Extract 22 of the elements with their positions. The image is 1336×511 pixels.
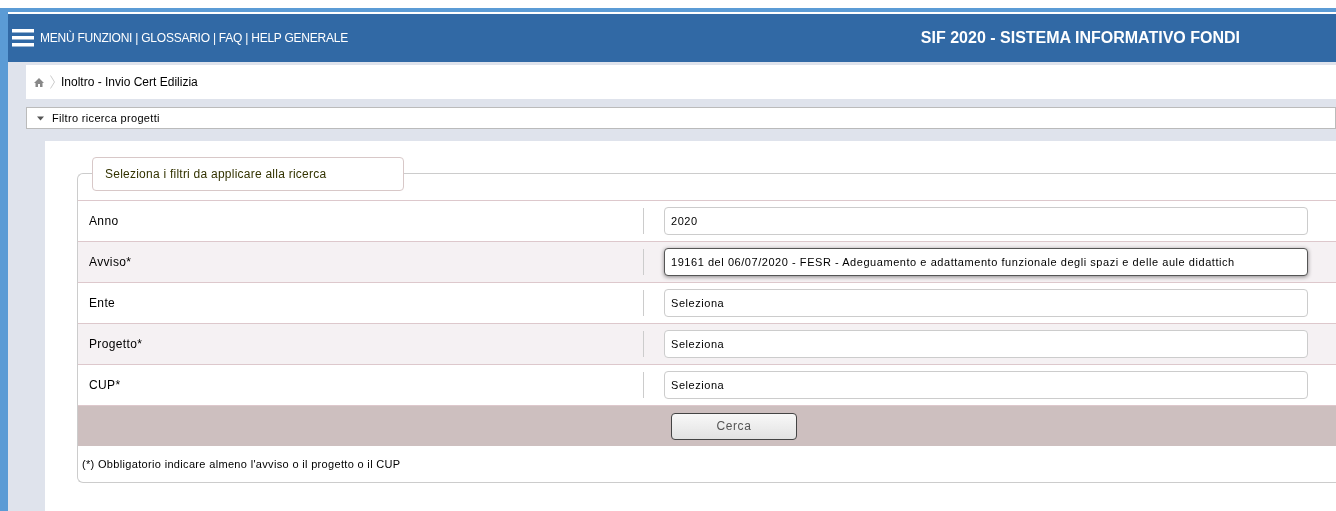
filter-label: Avviso* [88,254,133,271]
breadcrumb-current: Inoltro - Invio Cert Edilizia [61,74,198,91]
menu-links[interactable]: MENÙ FUNZIONI | GLOSSARIO | FAQ | HELP GENERALE [40,29,348,47]
home-icon[interactable] [34,77,44,87]
menu-icon[interactable] [12,29,34,47]
filter-panel-title: Filtro ricerca progetti [52,110,160,126]
required-note: (*) Obbligatorio indicare almeno l'avviso o il progetto o il CUP [81,456,402,472]
chevron-separator-icon [50,75,55,89]
filter-label: CUP* [88,377,122,394]
caret-icon [37,114,44,122]
filter-select[interactable]: Seleziona [664,330,1308,358]
filter-select[interactable]: Seleziona [664,289,1308,317]
app-title: SIF 2020 - SISTEMA INFORMATIVO FONDI [920,28,1240,48]
fieldset-legend: Seleziona i filtri da applicare alla ricerca [92,157,404,191]
filter-label: Progetto* [88,336,144,353]
search-button[interactable]: Cerca [671,412,797,440]
filter-select[interactable]: 19161 del 06/07/2020 - FESR - Adeguamento e adattamento funzionale degli spazi e delle aule didattich [664,248,1308,276]
filter-select[interactable]: 2020 [664,207,1308,235]
filter-label: Anno [88,213,120,230]
filter-select[interactable]: Seleziona [664,371,1308,399]
filter-panel-header[interactable]: Filtro ricerca progetti [26,107,1336,129]
filter-label: Ente [88,295,117,312]
